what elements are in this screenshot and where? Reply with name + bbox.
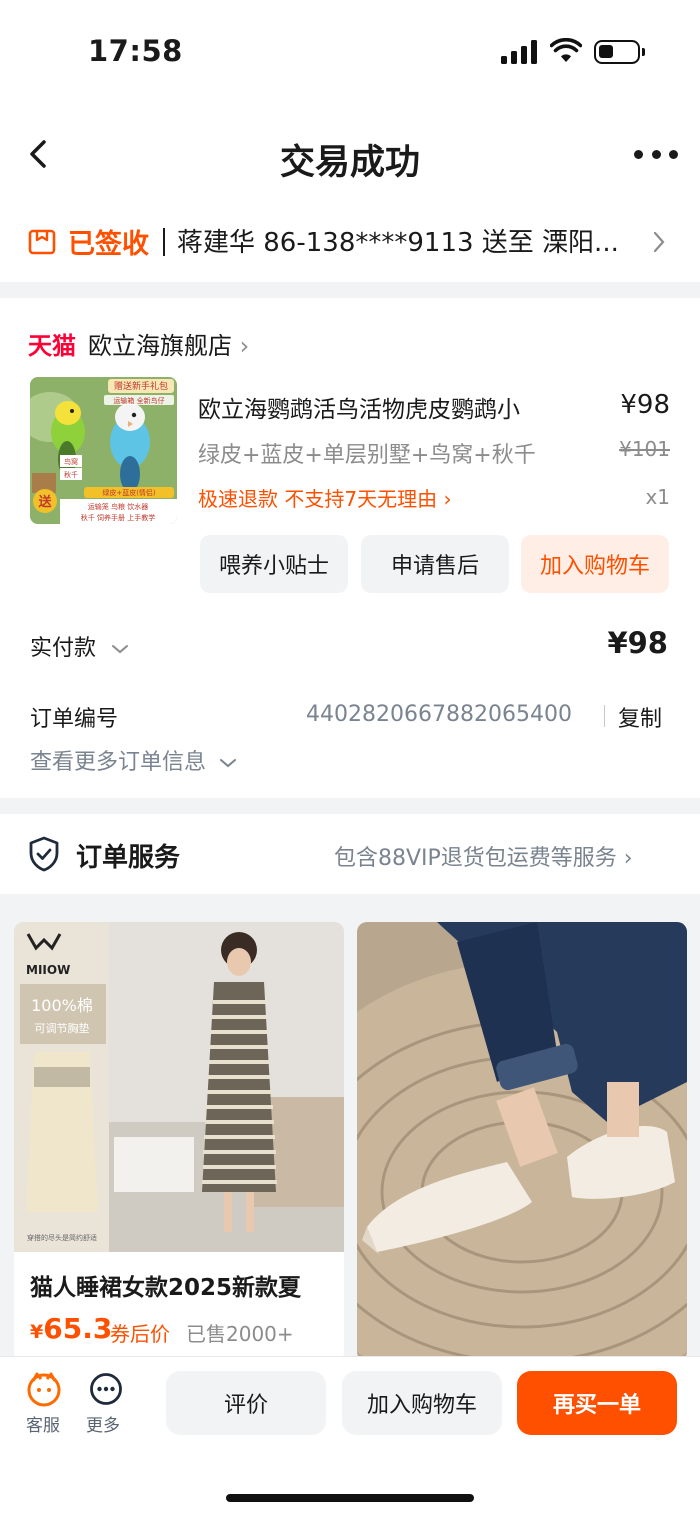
svg-text:秋千 饲养手册 上手教学: 秋千 饲养手册 上手教学	[81, 513, 155, 522]
chevron-right-icon: ›	[616, 846, 633, 871]
more-dots-icon	[90, 1373, 122, 1405]
recommend-card[interactable]	[357, 922, 687, 1362]
svg-text:运输箱 全新鸟仔: 运输箱 全新鸟仔	[113, 396, 164, 405]
more-order-info-label: 查看更多订单信息	[30, 750, 207, 775]
product-title[interactable]: 欧立海鹦鹉活鸟活物虎皮鹦鹉小	[198, 390, 520, 424]
order-service-title: 订单服务	[76, 843, 181, 873]
image-text: 赠送新手礼包	[114, 380, 168, 392]
original-price: ¥101	[619, 437, 670, 461]
svg-text:100%棉: 100%棉	[31, 996, 93, 1015]
brand-logo: MIIOW	[26, 963, 70, 977]
coupon-label: 券后价	[110, 1322, 170, 1346]
tmall-logo: 天猫	[28, 332, 76, 360]
product-quantity: x1	[645, 485, 670, 509]
svg-text:可调节胸垫: 可调节胸垫	[35, 1021, 90, 1035]
cellular-signal-icon	[501, 40, 537, 64]
buy-again-button[interactable]: 再买一单	[517, 1371, 677, 1435]
chevron-right-icon	[653, 231, 665, 253]
add-to-cart-button[interactable]: 加入购物车	[521, 535, 669, 593]
more-options-icon[interactable]	[634, 150, 678, 160]
after-sales-button[interactable]: 申请售后	[361, 535, 509, 593]
battery-icon	[594, 40, 645, 64]
add-to-cart-bottom-button[interactable]: 加入购物车	[342, 1371, 502, 1435]
recommend-image	[357, 922, 687, 1362]
chevron-down-icon	[220, 759, 237, 768]
paid-amount-label: 实付款	[30, 636, 97, 661]
paid-amount: ¥98	[607, 626, 668, 660]
product-image[interactable]: 赠送新手礼包 运输箱 全新鸟仔 鸟窝 秋千 送 绿皮+蓝皮(情侣) 运输笼 鸟粮…	[30, 377, 177, 524]
home-indicator[interactable]	[226, 1494, 474, 1502]
copy-button[interactable]: 复制	[618, 701, 662, 733]
svg-text:鸟窝: 鸟窝	[64, 457, 78, 466]
divider	[163, 228, 165, 256]
recommend-title[interactable]: 猫人睡裙女款2025新款夏	[30, 1268, 301, 1302]
delivery-status: 已签收	[68, 229, 149, 260]
chevron-down-icon	[112, 645, 129, 654]
svg-text:穿搭的尽头是简约舒适: 穿搭的尽头是简约舒适	[27, 1233, 97, 1242]
customer-service-button[interactable]: 客服	[18, 1368, 70, 1438]
more-order-info-toggle[interactable]: 查看更多订单信息	[30, 744, 237, 776]
order-service-desc: 包含88VIP退货包运费等服务 ›	[334, 840, 633, 872]
recommend-price-value: 65.3	[43, 1312, 113, 1345]
sold-count: 已售2000+	[186, 1322, 294, 1346]
svg-text:绿皮+蓝皮(情侣): 绿皮+蓝皮(情侣)	[102, 488, 156, 497]
order-number: 4402820667882065400	[306, 702, 572, 727]
service-tags[interactable]: 极速退款 不支持7天无理由 ›	[198, 483, 451, 512]
customer-service-icon	[27, 1372, 61, 1407]
product-price: ¥98	[620, 390, 670, 420]
chevron-right-icon: ›	[232, 332, 250, 360]
svg-text:秋千: 秋千	[64, 470, 78, 479]
paid-amount-toggle[interactable]: 实付款	[30, 630, 129, 662]
recommend-price: ¥65.3	[30, 1312, 112, 1345]
order-number-label: 订单编号	[30, 707, 119, 732]
more-label: 更多	[86, 1416, 120, 1436]
review-button[interactable]: 评价	[166, 1371, 326, 1435]
wifi-icon	[550, 38, 582, 62]
currency-symbol: ¥	[30, 1321, 44, 1343]
svg-text:送: 送	[37, 494, 52, 510]
order-service-desc-text: 包含88VIP退货包运费等服务	[334, 846, 617, 871]
shield-check-icon	[29, 836, 59, 872]
package-icon	[28, 229, 56, 255]
page-title: 交易成功	[279, 143, 420, 183]
svg-text:运输笼 鸟粮 饮水器: 运输笼 鸟粮 饮水器	[88, 502, 148, 511]
more-button[interactable]: 更多	[80, 1368, 132, 1438]
product-sku: 绿皮+蓝皮+单层别墅+鸟窝+秋千	[198, 443, 536, 468]
divider	[604, 705, 605, 727]
store-name[interactable]: 欧立海旗舰店 ›	[88, 326, 249, 361]
recommend-image: MIIOW 100%棉 可调节胸垫 穿搭的尽头是简约舒适	[14, 922, 344, 1252]
delivery-info: 蒋建华 86-138****9113 送至 溧阳...	[177, 228, 619, 258]
store-name-label: 欧立海旗舰店	[88, 332, 232, 360]
status-time: 17:58	[88, 34, 183, 68]
customer-service-label: 客服	[26, 1416, 60, 1436]
feeding-tips-button[interactable]: 喂养小贴士	[200, 535, 348, 593]
